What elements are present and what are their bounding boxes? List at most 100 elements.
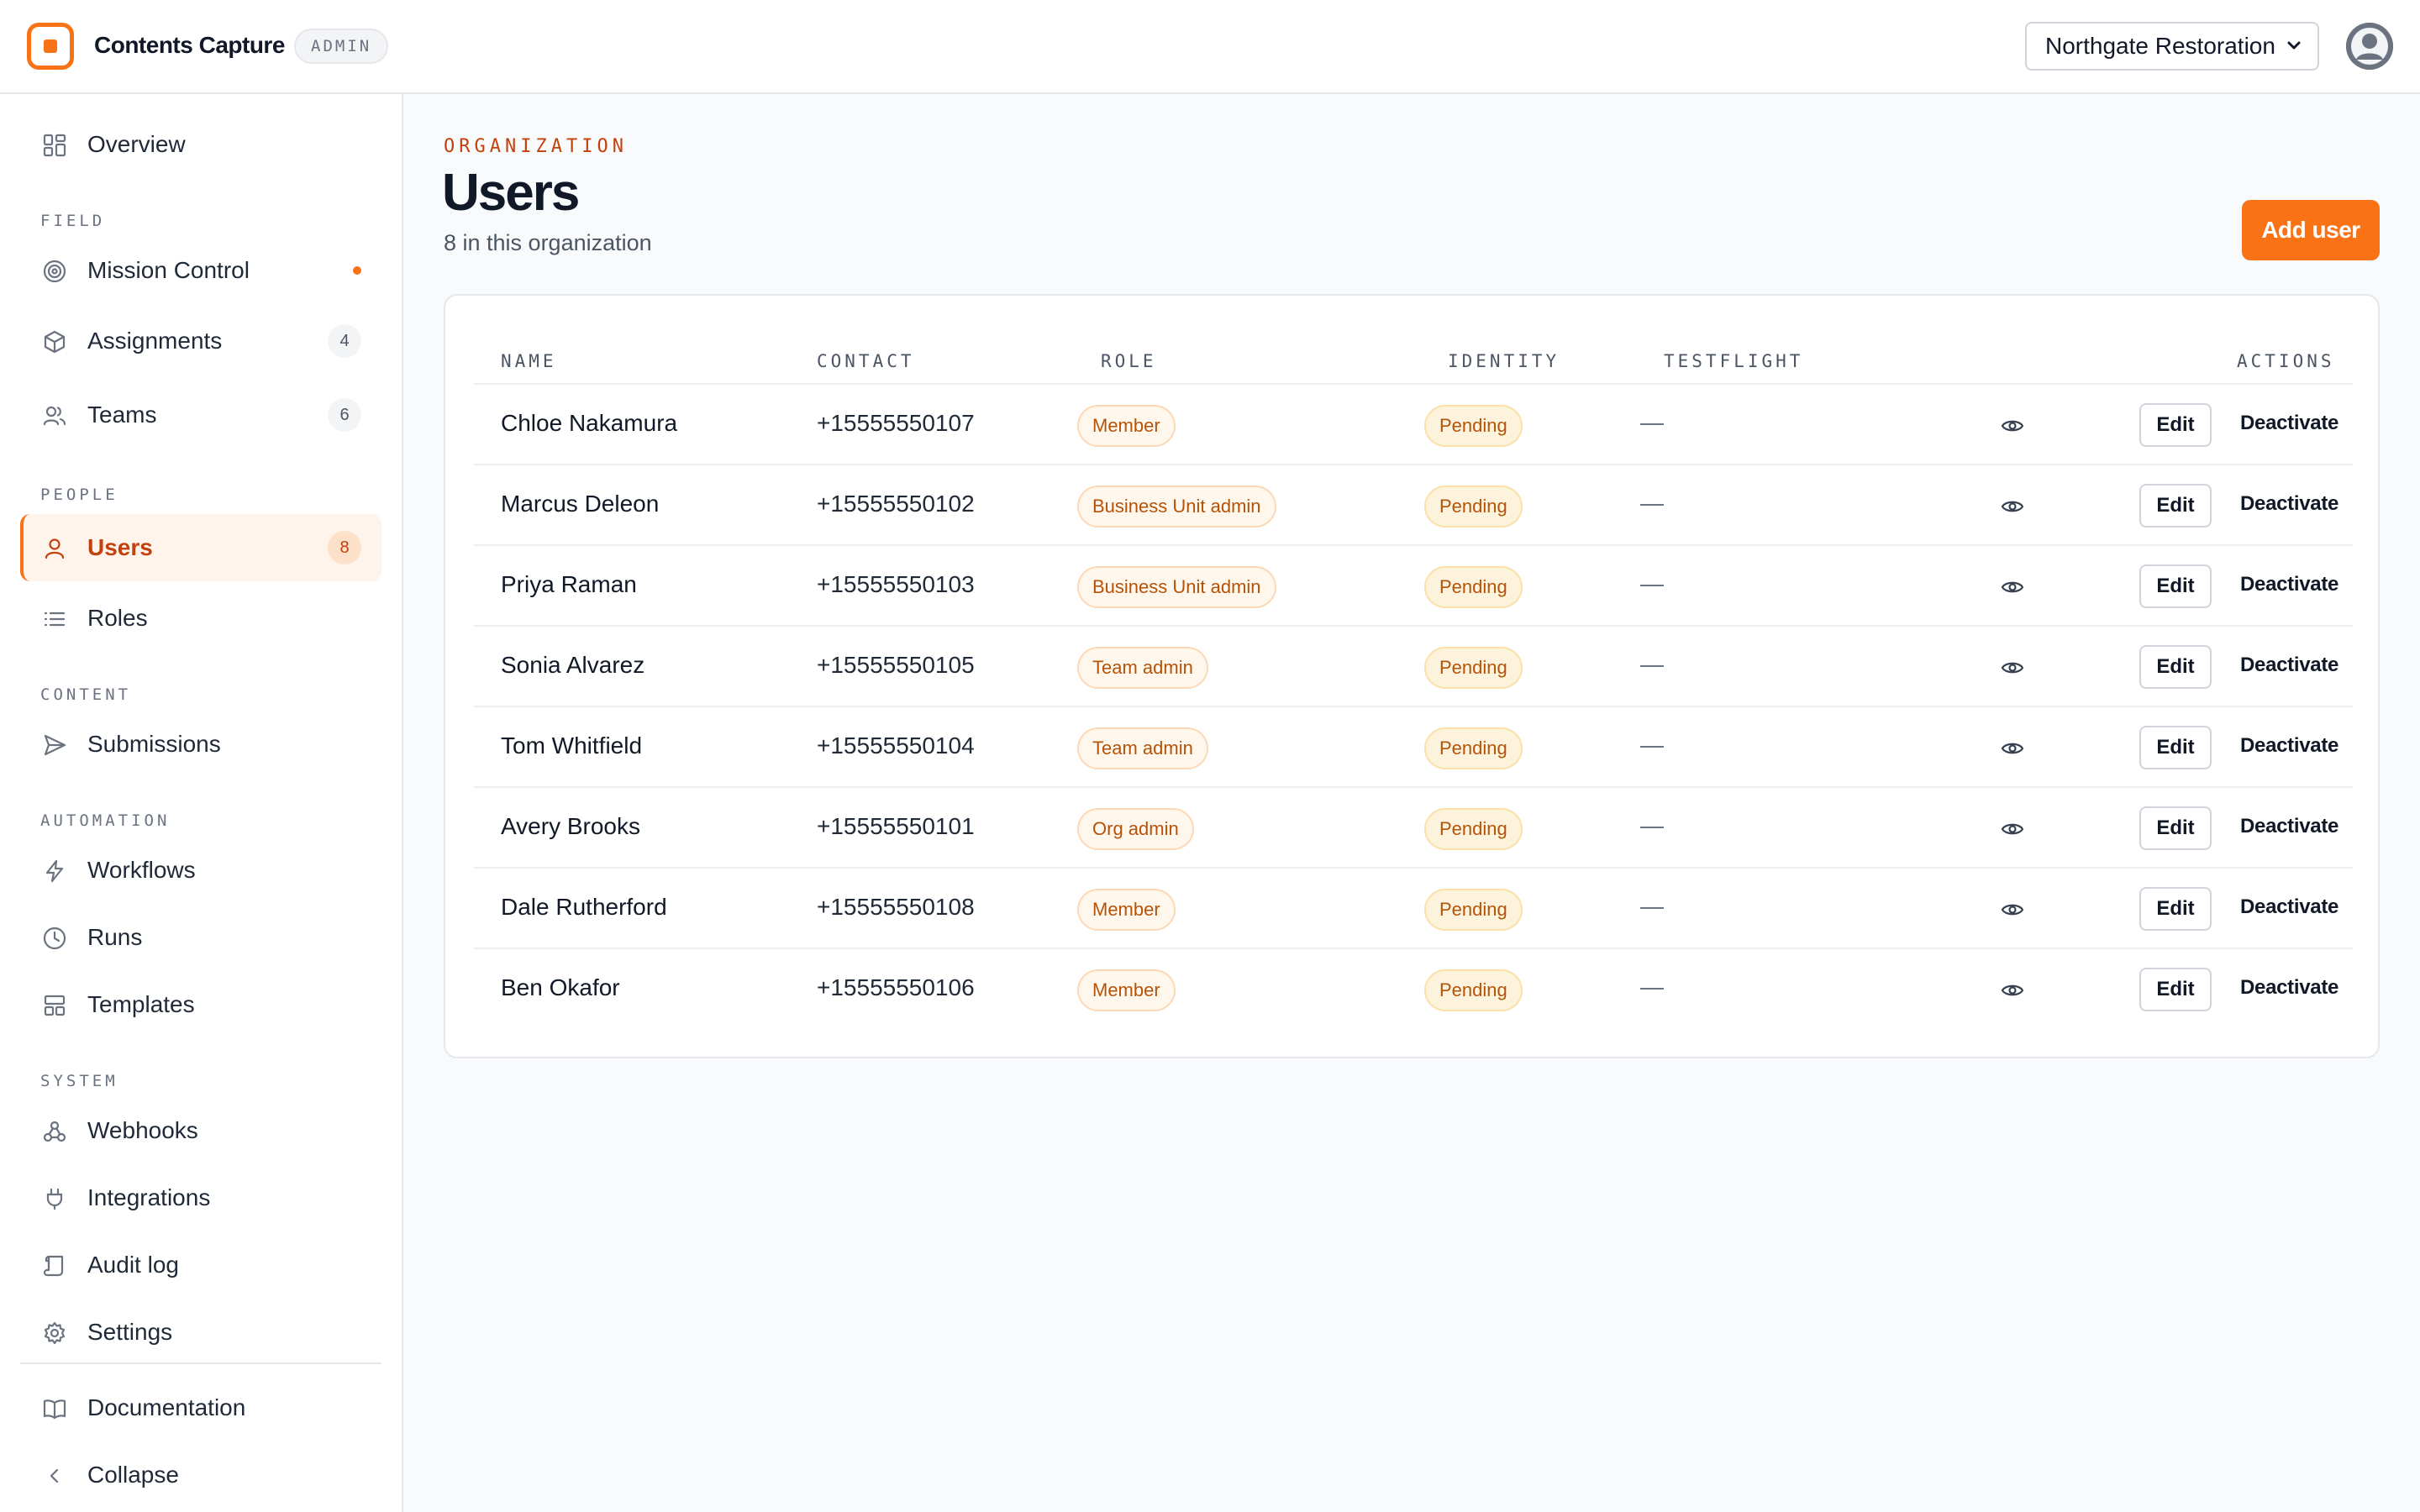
user-contact: +15555550102 [817,491,975,517]
sidebar-item-workflows[interactable]: Workflows [20,837,381,904]
sidebar-item-users[interactable]: Users 8 [20,514,381,581]
eye-icon[interactable] [2000,413,2025,438]
table-row: Avery Brooks +15555550101 Org admin Pending… [474,788,2353,869]
deactivate-button[interactable]: Deactivate [2240,976,2338,1000]
column-header-name: NAME [501,351,557,371]
assignments-count-badge: 4 [328,324,361,358]
sidebar-item-settings[interactable]: Settings [20,1299,381,1366]
edit-button[interactable]: Edit [2139,887,2212,931]
sidebar-item-assignments[interactable]: Assignments 4 [20,307,381,375]
section-label-field: FIELD [40,212,106,230]
sidebar-item-label: Submissions [87,731,221,757]
eye-icon[interactable] [2000,655,2025,680]
eye-icon[interactable] [2000,897,2025,922]
org-select[interactable]: Northgate Restoration [2025,22,2319,71]
sidebar-item-templates[interactable]: Templates [20,971,381,1038]
sidebar-item-webhooks[interactable]: Webhooks [20,1097,381,1164]
table-row: Priya Raman +15555550103 Business Unit adm… [474,546,2353,627]
grid-icon [42,133,67,158]
sidebar-item-integrations[interactable]: Integrations [20,1164,381,1231]
deactivate-button[interactable]: Deactivate [2240,492,2338,516]
deactivate-button[interactable]: Deactivate [2240,734,2338,758]
org-select-value: Northgate Restoration [2045,33,2275,59]
user-contact: +15555550107 [817,410,975,436]
top-bar: Contents Capture ADMIN Northgate Restora… [0,0,2420,94]
edit-button[interactable]: Edit [2139,726,2212,769]
edit-button[interactable]: Edit [2139,806,2212,850]
edit-button[interactable]: Edit [2139,484,2212,528]
table-row: Chloe Nakamura +15555550107 Member Pending E… [474,385,2353,465]
sidebar-item-label: Roles [87,605,148,631]
role-badge: Member [1077,889,1176,931]
deactivate-button[interactable]: Deactivate [2240,412,2338,435]
testflight-empty-dash [1640,746,1664,748]
testflight-empty-dash [1640,827,1664,828]
sidebar-item-label: Overview [87,131,186,157]
deactivate-button[interactable]: Deactivate [2240,654,2338,677]
table-row: Ben Okafor +15555550106 Member Pending Edit D… [474,949,2353,1030]
eye-icon[interactable] [2000,575,2025,600]
sidebar-item-overview[interactable]: Overview [20,111,381,178]
sidebar-item-label: Mission Control [87,257,250,283]
eye-icon[interactable] [2000,978,2025,1003]
identity-status-badge: Pending [1424,727,1523,769]
sidebar-item-runs[interactable]: Runs [20,904,381,971]
page-eyebrow: ORGANIZATION [444,136,628,157]
table-row: Dale Rutherford +15555550108 Member Pending… [474,869,2353,949]
role-badge: Member [1077,969,1176,1011]
sidebar-item-label: Assignments [87,328,223,354]
avatar[interactable] [2346,23,2393,70]
identity-status-badge: Pending [1424,647,1523,689]
role-badge: Org admin [1077,808,1194,850]
edit-button[interactable]: Edit [2139,403,2212,447]
edit-button[interactable]: Edit [2139,564,2212,608]
testflight-empty-dash [1640,665,1664,667]
deactivate-button[interactable]: Deactivate [2240,895,2338,919]
user-avatar-icon [2346,23,2393,70]
target-icon [42,259,67,284]
sidebar-item-collapse[interactable]: Collapse [20,1441,381,1509]
add-user-button[interactable]: Add user [2242,200,2380,260]
column-header-contact: CONTACT [817,351,915,371]
layout-icon [42,993,67,1018]
eye-icon[interactable] [2000,736,2025,761]
sidebar-item-label: Runs [87,924,143,950]
sidebar-item-label: Settings [87,1319,173,1345]
user-name: Priya Raman [501,571,637,597]
clock-icon [42,926,67,951]
sidebar-item-teams[interactable]: Teams 6 [20,381,381,449]
sidebar-item-label: Integrations [87,1184,211,1210]
eye-icon[interactable] [2000,494,2025,519]
sidebar-item-documentation[interactable]: Documentation [20,1374,381,1441]
eye-icon[interactable] [2000,816,2025,842]
section-label-people: PEOPLE [40,486,118,504]
sidebar-item-roles[interactable]: Roles [20,585,381,652]
sidebar-item-label: Collapse [87,1462,179,1488]
identity-status-badge: Pending [1424,486,1523,528]
deactivate-button[interactable]: Deactivate [2240,815,2338,838]
chevron-down-icon [2287,41,2301,50]
column-header-role: ROLE [1101,351,1157,371]
testflight-empty-dash [1640,988,1664,990]
section-label-content: CONTENT [40,685,132,704]
identity-status-badge: Pending [1424,405,1523,447]
section-label-system: SYSTEM [40,1072,118,1090]
edit-button[interactable]: Edit [2139,645,2212,689]
user-contact: +15555550108 [817,894,975,920]
user-contact: +15555550101 [817,813,975,839]
sidebar-item-audit-log[interactable]: Audit log [20,1231,381,1299]
app-logo[interactable] [27,23,74,70]
edit-button[interactable]: Edit [2139,968,2212,1011]
plug-icon [42,1186,67,1211]
sidebar-item-submissions[interactable]: Submissions [20,711,381,778]
deactivate-button[interactable]: Deactivate [2240,573,2338,596]
testflight-empty-dash [1640,423,1664,425]
table-row: Tom Whitfield +15555550104 Team admin Pendi… [474,707,2353,788]
user-contact: +15555550103 [817,571,975,597]
sidebar-item-mission-control[interactable]: Mission Control [20,237,381,304]
role-badge: Team admin [1077,647,1208,689]
sidebar-item-label: Templates [87,991,195,1017]
user-icon [42,536,67,561]
page-title: Users [442,164,580,222]
user-contact: +15555550105 [817,652,975,678]
